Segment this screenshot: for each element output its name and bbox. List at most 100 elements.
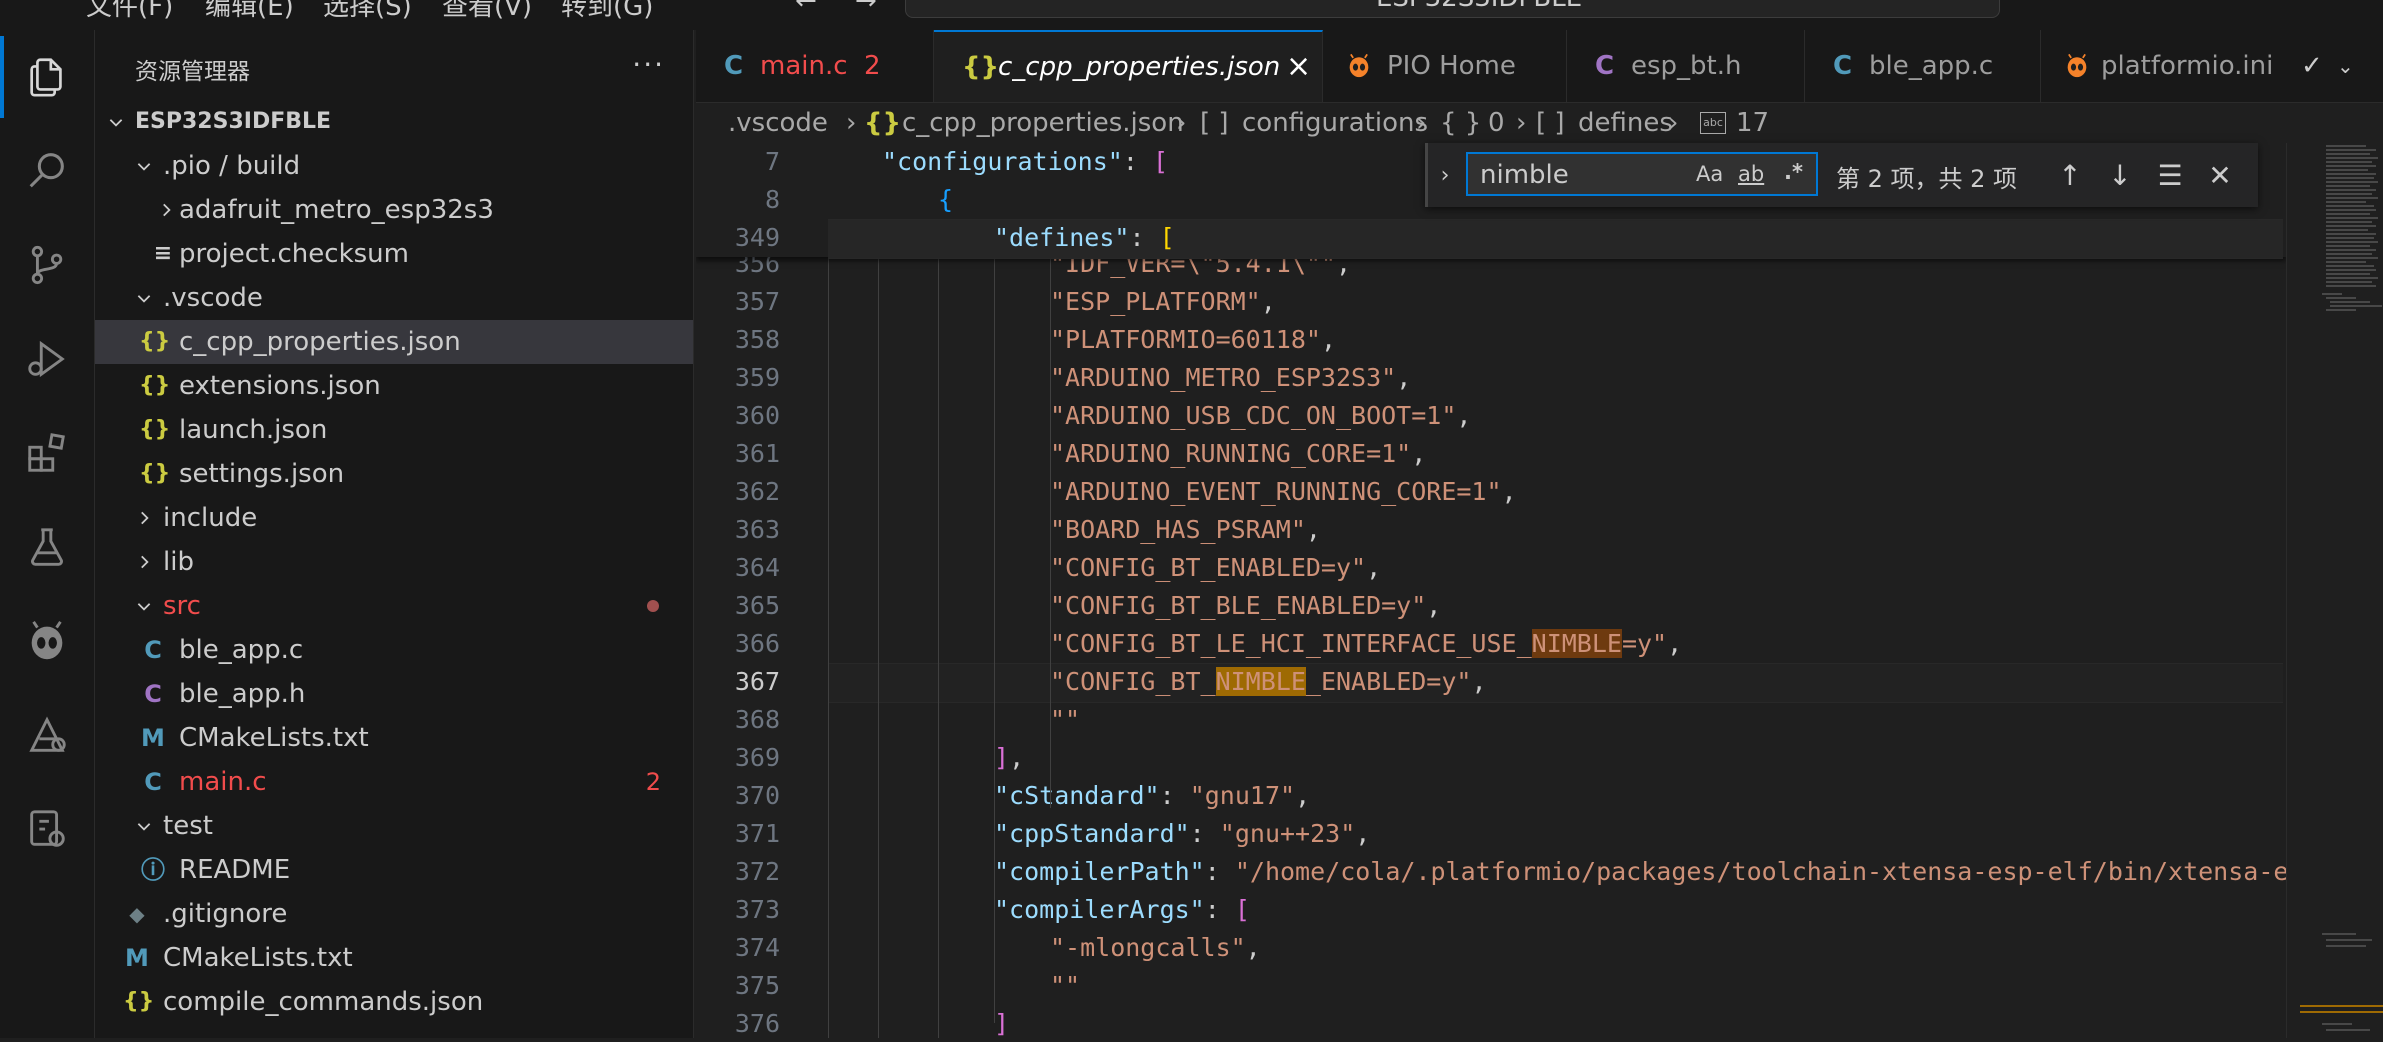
command-center-label: ESP32S3IDFBLE [1376, 0, 1582, 13]
menu-file[interactable]: 文件(F) [86, 0, 173, 23]
nav-forward-icon[interactable]: → [855, 0, 877, 16]
sidebar-item-file-project-checksum[interactable]: ≡ project.checksum [95, 232, 693, 276]
code-line[interactable]: "" [1050, 701, 1080, 739]
command-center[interactable]: ESP32S3IDFBLE [905, 0, 2000, 18]
close-icon[interactable]: × [1286, 32, 1311, 102]
sidebar-item-file-compile-commands[interactable]: {} compile_commands.json [95, 980, 693, 1024]
esp-idf-icon[interactable] [0, 688, 94, 782]
menu-edit[interactable]: 编辑(E) [205, 0, 294, 23]
code-line[interactable]: ] [994, 1005, 1009, 1038]
match-case-icon[interactable]: Aa [1696, 162, 1723, 186]
code-line[interactable]: "CONFIG_BT_ENABLED=y", [1050, 549, 1381, 587]
sidebar-item-file-cmakelists-root[interactable]: M CMakeLists.txt [95, 936, 693, 980]
run-debug-icon[interactable] [0, 312, 94, 406]
breadcrumb-index[interactable]: 0 [1488, 103, 1505, 143]
code-line[interactable]: "PLATFORMIO=60118", [1050, 321, 1336, 359]
sidebar-item-file-ble-app-h[interactable]: Cble_app.h [95, 672, 693, 716]
sidebar-item-label: project.checksum [179, 239, 409, 269]
match-whole-word-icon[interactable]: ab [1738, 162, 1764, 186]
breadcrumb-configurations[interactable]: configurations [1242, 103, 1428, 143]
testing-icon[interactable] [0, 500, 94, 594]
code-editor[interactable]: 356 "IDF_VER=\"5.4.1\"", 357 "ESP_PLATFORM"… [696, 143, 2286, 1038]
minimap[interactable] [2286, 143, 2383, 1038]
workspace-root[interactable]: ESP32S3IDFBLE [95, 100, 693, 144]
source-control-icon[interactable] [0, 218, 94, 312]
breadcrumb-folder[interactable]: .vscode [728, 103, 828, 143]
breadcrumb-defines[interactable]: defines [1578, 103, 1673, 143]
tab-esp-bt-h[interactable]: C esp_bt.h [1567, 30, 1805, 102]
code-line[interactable]: "ARDUINO_METRO_ESP32S3", [1050, 359, 1411, 397]
sidebar-item-folder-lib[interactable]: lib [95, 540, 693, 584]
sidebar-item-file-readme[interactable]: ⓘ README [95, 848, 693, 892]
breadcrumb-file[interactable]: c_cpp_properties.json [902, 103, 1184, 143]
code-line[interactable]: "compilerArgs": [ [994, 891, 1250, 929]
json-file-icon: {} [139, 329, 171, 354]
code-line[interactable]: "BOARD_HAS_PSRAM", [1050, 511, 1321, 549]
code-line[interactable]: "" [1050, 967, 1080, 1005]
sidebar-item-folder-src[interactable]: src [95, 584, 693, 628]
sidebar-item-file-main-c[interactable]: Cmain.c 2 [95, 760, 693, 804]
sidebar-item-file-c-cpp-properties[interactable]: {} c_cpp_properties.json [95, 320, 693, 364]
chevron-right-icon: › [1416, 108, 1427, 138]
sidebar-item-file-extensions-json[interactable]: {} extensions.json [95, 364, 693, 408]
remote-device-icon[interactable] [0, 782, 94, 876]
code-line[interactable]: "-mlongcalls", [1050, 929, 1261, 967]
sidebar-item-folder-pio-build[interactable]: .pio / build [95, 144, 693, 188]
line-number: 366 [734, 629, 780, 658]
tab-ble-app-c[interactable]: C ble_app.c [1805, 30, 2041, 102]
sidebar-item-file-gitignore[interactable]: ◆ .gitignore [95, 892, 693, 936]
regex-icon[interactable]: .* [1784, 160, 1803, 184]
sidebar-item-folder-vscode[interactable]: .vscode [95, 276, 693, 320]
breadcrumb-item[interactable]: 17 [1736, 103, 1769, 143]
find-input[interactable]: nimble Aa ab .* [1466, 152, 1818, 196]
sidebar-item-file-launch-json[interactable]: {} launch.json [95, 408, 693, 452]
c-file-icon: C [724, 51, 744, 81]
extensions-icon[interactable] [0, 406, 94, 500]
code-line[interactable]: ], [994, 739, 1024, 777]
vertical-scrollbar[interactable] [2286, 143, 2300, 1038]
sidebar-item-file-settings-json[interactable]: {} settings.json [95, 452, 693, 496]
menu-go[interactable]: 转到(G) [561, 0, 653, 23]
find-in-selection-icon[interactable]: ☰ [2150, 153, 2190, 197]
menu-selection[interactable]: 选择(S) [323, 0, 412, 23]
code-line[interactable]: "ARDUINO_RUNNING_CORE=1", [1050, 435, 1426, 473]
code-line[interactable]: "compilerPath": "/home/cola/.platformio/… [994, 853, 2286, 891]
sticky-code-line[interactable]: "defines": [ [994, 219, 1175, 257]
sticky-code-line[interactable]: { [938, 181, 953, 219]
code-line[interactable]: "CONFIG_BT_NIMBLE_ENABLED=y", [1050, 663, 1487, 701]
close-icon[interactable]: ✕ [2200, 153, 2240, 197]
code-line[interactable]: "ESP_PLATFORM", [1050, 283, 1276, 321]
sidebar-item-folder-test[interactable]: test [95, 804, 693, 848]
explorer-icon[interactable] [0, 30, 94, 124]
line-number: 8 [764, 185, 780, 214]
menu-view[interactable]: 查看(V) [442, 0, 532, 23]
check-icon[interactable]: ✓ [2301, 30, 2323, 102]
sidebar-item-file-cmakelists-src[interactable]: M CMakeLists.txt [95, 716, 693, 760]
cmake-icon: M [125, 944, 149, 972]
previous-match-icon[interactable]: ↑ [2050, 153, 2090, 197]
code-line[interactable]: "cStandard": "gnu17", [994, 777, 1310, 815]
code-line[interactable]: "CONFIG_BT_LE_HCI_INTERFACE_USE_NIMBLE=y… [1050, 625, 1682, 663]
code-line[interactable]: "ARDUINO_EVENT_RUNNING_CORE=1", [1050, 473, 1517, 511]
nav-back-icon[interactable]: ← [795, 0, 817, 16]
sidebar-item-file-ble-app-c[interactable]: Cble_app.c [95, 628, 693, 672]
sidebar-item-folder-include[interactable]: include [95, 496, 693, 540]
toggle-replace-icon[interactable]: › [1428, 153, 1462, 197]
code-line[interactable]: "CONFIG_BT_BLE_ENABLED=y", [1050, 587, 1441, 625]
json-file-icon: {} [139, 461, 171, 486]
tab-main-c[interactable]: C main.c 2 [696, 30, 934, 102]
code-line[interactable]: "cppStandard": "gnu++23", [994, 815, 1370, 853]
search-icon[interactable] [0, 124, 94, 218]
more-actions-icon[interactable]: ··· [632, 48, 665, 81]
platformio-icon[interactable] [0, 594, 94, 688]
code-line[interactable]: "ARDUINO_USB_CDC_ON_BOOT=1", [1050, 397, 1471, 435]
tab-c-cpp-properties[interactable]: {} c_cpp_properties.json × [934, 30, 1323, 102]
sidebar-item-folder-adafruit-metro[interactable]: adafruit_metro_esp32s3 [95, 188, 693, 232]
tab-pio-home[interactable]: PIO Home [1323, 30, 1567, 102]
sticky-code-line[interactable]: "configurations": [ [882, 143, 1168, 181]
tab-platformio-ini[interactable]: platformio.ini ✓ ⌄ [2041, 30, 2383, 102]
next-match-icon[interactable]: ↓ [2100, 153, 2140, 197]
chevron-down-icon[interactable]: ⌄ [2337, 30, 2354, 102]
sidebar-item-label: ble_app.c [179, 635, 304, 665]
chevron-down-icon [133, 276, 155, 320]
